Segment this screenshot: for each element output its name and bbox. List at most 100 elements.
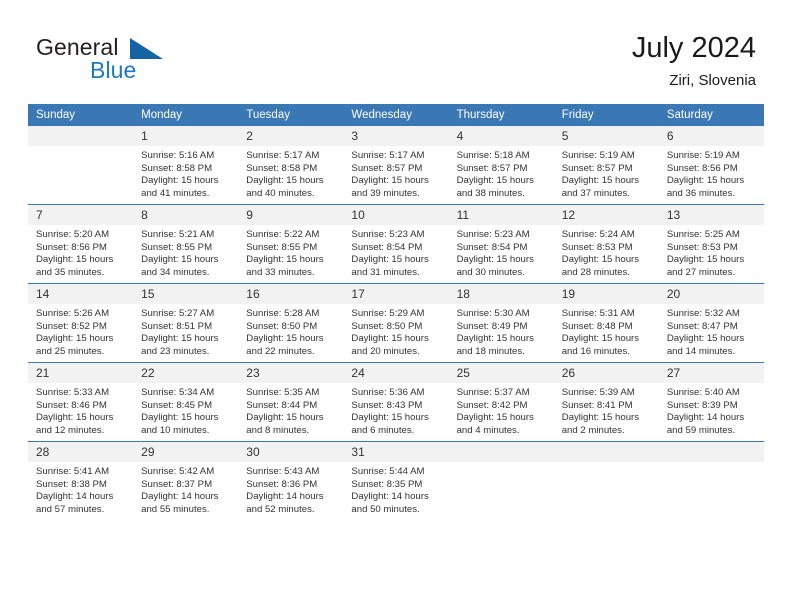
daylight-duration-line2: and 37 minutes. (561, 187, 630, 199)
calendar-day-cell[interactable]: 2 Sunrise: 5:17 AM Sunset: 8:58 PM Daylight… (238, 126, 344, 205)
calendar-day-cell[interactable]: 14 Sunrise: 5:26 AM Sunset: 8:52 PM Dayligh… (28, 283, 134, 363)
daylight-duration-line1: Daylight: 15 hours (456, 412, 534, 424)
calendar-day-cell[interactable]: 26 Sunrise: 5:39 AM Sunset: 8:41 PM Dayligh… (553, 362, 659, 442)
daylight-duration-line1: Daylight: 15 hours (666, 175, 745, 187)
daylight-duration-line2: and 50 minutes. (351, 503, 420, 515)
calendar-day-cell[interactable]: 11 Sunrise: 5:23 AM Sunset: 8:54 PM Dayligh… (448, 204, 554, 284)
daylight-duration-line1: Daylight: 15 hours (141, 412, 219, 424)
daylight-duration-line2: and 55 minutes. (141, 503, 210, 515)
daylight-duration-line1: Daylight: 15 hours (456, 254, 534, 266)
day-number: 20 (658, 284, 764, 304)
daylight-duration-line2: and 2 minutes. (561, 424, 625, 436)
calendar-day-cell[interactable]: 4 Sunrise: 5:18 AM Sunset: 8:57 PM Daylight… (448, 126, 554, 205)
sunrise-time: Sunrise: 5:24 AM (561, 229, 635, 240)
sunset-time: Sunset: 8:45 PM (141, 399, 213, 411)
daylight-duration-line2: and 38 minutes. (456, 187, 525, 199)
day-details: Sunrise: 5:41 AM Sunset: 8:38 PM Daylight:… (28, 462, 133, 516)
sunrise-time: Sunrise: 5:30 AM (456, 308, 530, 319)
day-details: Sunrise: 5:19 AM Sunset: 8:57 PM Daylight:… (554, 146, 659, 200)
daylight-duration-line2: and 28 minutes. (561, 266, 630, 278)
calendar-day-cell[interactable]: 22 Sunrise: 5:34 AM Sunset: 8:45 PM Dayligh… (133, 362, 239, 442)
daylight-duration-line2: and 34 minutes. (141, 266, 210, 278)
day-details: Sunrise: 5:22 AM Sunset: 8:55 PM Daylight:… (238, 225, 343, 279)
sunset-time: Sunset: 8:56 PM (666, 162, 738, 174)
sunset-time: Sunset: 8:52 PM (36, 320, 107, 332)
calendar-day-cell[interactable]: 9 Sunrise: 5:22 AM Sunset: 8:55 PM Daylight… (238, 204, 344, 284)
sunset-time: Sunset: 8:51 PM (141, 320, 213, 332)
weekday-header-tuesday: Tuesday (238, 104, 344, 126)
day-number (553, 442, 659, 462)
calendar-day-cell[interactable]: 31 Sunrise: 5:44 AM Sunset: 8:35 PM Dayligh… (343, 441, 449, 520)
sunset-time: Sunset: 8:35 PM (351, 478, 423, 490)
day-number: 13 (658, 205, 764, 225)
calendar-day-cell[interactable]: 5 Sunrise: 5:19 AM Sunset: 8:57 PM Daylight… (553, 126, 659, 205)
calendar-day-cell[interactable]: 18 Sunrise: 5:30 AM Sunset: 8:49 PM Dayligh… (448, 283, 554, 363)
day-details: Sunrise: 5:33 AM Sunset: 8:46 PM Daylight:… (28, 383, 133, 437)
day-details: Sunrise: 5:18 AM Sunset: 8:57 PM Daylight:… (449, 146, 554, 200)
calendar-day-cell[interactable]: 27 Sunrise: 5:40 AM Sunset: 8:39 PM Dayligh… (658, 362, 764, 442)
day-details: Sunrise: 5:19 AM Sunset: 8:56 PM Daylight:… (659, 146, 764, 200)
calendar-day-cell[interactable]: 6 Sunrise: 5:19 AM Sunset: 8:56 PM Daylight… (658, 126, 764, 205)
location-subtitle: Ziri, Slovenia (669, 72, 756, 89)
sunset-time: Sunset: 8:50 PM (246, 320, 318, 332)
calendar-day-cell[interactable]: 20 Sunrise: 5:32 AM Sunset: 8:47 PM Dayligh… (658, 283, 764, 363)
sunset-time: Sunset: 8:53 PM (666, 241, 738, 253)
calendar-day-cell[interactable]: 28 Sunrise: 5:41 AM Sunset: 8:38 PM Dayligh… (28, 441, 134, 520)
sunset-time: Sunset: 8:47 PM (666, 320, 738, 332)
daylight-duration-line2: and 22 minutes. (246, 345, 315, 357)
day-number: 31 (343, 442, 449, 462)
day-number: 7 (28, 205, 134, 225)
sunset-time: Sunset: 8:46 PM (36, 399, 107, 411)
day-number: 11 (448, 205, 554, 225)
calendar-day-cell[interactable]: 24 Sunrise: 5:36 AM Sunset: 8:43 PM Dayligh… (343, 362, 449, 442)
day-details: Sunrise: 5:23 AM Sunset: 8:54 PM Daylight:… (449, 225, 554, 279)
sunrise-time: Sunrise: 5:39 AM (561, 387, 635, 398)
calendar-day-cell[interactable]: 15 Sunrise: 5:27 AM Sunset: 8:51 PM Dayligh… (133, 283, 239, 363)
day-details: Sunrise: 5:36 AM Sunset: 8:43 PM Daylight:… (343, 383, 448, 437)
day-details: Sunrise: 5:39 AM Sunset: 8:41 PM Daylight:… (554, 383, 659, 437)
calendar-day-cell[interactable]: 13 Sunrise: 5:25 AM Sunset: 8:53 PM Dayligh… (658, 204, 764, 284)
day-number (658, 442, 764, 462)
calendar-week-row: 7 Sunrise: 5:20 AM Sunset: 8:56 PM Daylight… (28, 204, 764, 284)
calendar-week-row: 14 Sunrise: 5:26 AM Sunset: 8:52 PM Dayligh… (28, 283, 764, 363)
sunset-time: Sunset: 8:55 PM (246, 241, 318, 253)
calendar-day-cell[interactable]: 25 Sunrise: 5:37 AM Sunset: 8:42 PM Dayligh… (448, 362, 554, 442)
calendar-day-cell[interactable]: 21 Sunrise: 5:33 AM Sunset: 8:46 PM Dayligh… (28, 362, 134, 442)
calendar-day-cell[interactable]: 17 Sunrise: 5:29 AM Sunset: 8:50 PM Dayligh… (343, 283, 449, 363)
calendar-day-cell[interactable]: 30 Sunrise: 5:43 AM Sunset: 8:36 PM Dayligh… (238, 441, 344, 520)
page-header: General Blue July 2024 Ziri, Slovenia (0, 0, 792, 96)
sunrise-time: Sunrise: 5:44 AM (351, 466, 425, 477)
calendar-day-cell[interactable]: 1 Sunrise: 5:16 AM Sunset: 8:58 PM Daylight… (133, 126, 239, 205)
sunset-time: Sunset: 8:44 PM (246, 399, 318, 411)
calendar-day-cell[interactable]: 10 Sunrise: 5:23 AM Sunset: 8:54 PM Dayligh… (343, 204, 449, 284)
day-number: 18 (448, 284, 554, 304)
daylight-duration-line1: Daylight: 15 hours (246, 175, 324, 187)
day-number: 25 (448, 363, 554, 383)
sunrise-time: Sunrise: 5:35 AM (246, 387, 320, 398)
sunset-time: Sunset: 8:41 PM (561, 399, 633, 411)
sunset-time: Sunset: 8:58 PM (141, 162, 213, 174)
daylight-duration-line1: Daylight: 15 hours (141, 333, 219, 345)
daylight-duration-line2: and 31 minutes. (351, 266, 420, 278)
daylight-duration-line2: and 25 minutes. (36, 345, 105, 357)
calendar-day-cell[interactable]: 16 Sunrise: 5:28 AM Sunset: 8:50 PM Dayligh… (238, 283, 344, 363)
daylight-duration-line2: and 36 minutes. (666, 187, 736, 199)
calendar-day-cell[interactable]: 23 Sunrise: 5:35 AM Sunset: 8:44 PM Dayligh… (238, 362, 344, 442)
calendar-day-cell[interactable]: 8 Sunrise: 5:21 AM Sunset: 8:55 PM Daylight… (133, 204, 239, 284)
calendar-day-cell[interactable]: 7 Sunrise: 5:20 AM Sunset: 8:56 PM Daylight… (28, 204, 134, 284)
calendar-day-cell[interactable]: 12 Sunrise: 5:24 AM Sunset: 8:53 PM Dayligh… (553, 204, 659, 284)
day-details: Sunrise: 5:21 AM Sunset: 8:55 PM Daylight:… (133, 225, 238, 279)
calendar-day-cell[interactable]: 29 Sunrise: 5:42 AM Sunset: 8:37 PM Dayligh… (133, 441, 239, 520)
calendar-day-cell[interactable]: 19 Sunrise: 5:31 AM Sunset: 8:48 PM Dayligh… (553, 283, 659, 363)
daylight-duration-line2: and 33 minutes. (246, 266, 315, 278)
sunset-time: Sunset: 8:50 PM (351, 320, 423, 332)
brand-name-blue: Blue (90, 57, 137, 83)
daylight-duration-line1: Daylight: 15 hours (351, 254, 429, 266)
day-number: 3 (343, 126, 449, 146)
sunset-time: Sunset: 8:54 PM (456, 241, 528, 253)
daylight-duration-line1: Daylight: 14 hours (351, 491, 429, 503)
calendar-day-cell[interactable]: 3 Sunrise: 5:17 AM Sunset: 8:57 PM Daylight… (343, 126, 449, 205)
sunset-time: Sunset: 8:53 PM (561, 241, 633, 253)
day-number: 16 (238, 284, 344, 304)
day-details: Sunrise: 5:17 AM Sunset: 8:58 PM Daylight:… (238, 146, 343, 200)
